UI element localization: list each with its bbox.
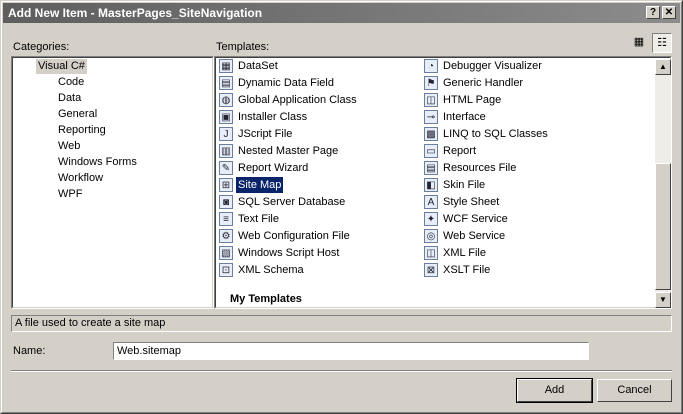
template-label: Windows Script Host — [238, 247, 340, 259]
template-label: DataSet — [238, 60, 278, 72]
category-item[interactable]: Reporting — [56, 123, 108, 138]
interface-icon: ⊸ — [424, 110, 438, 124]
template-label: Style Sheet — [443, 196, 500, 208]
large-icons-view-icon[interactable]: ▦ — [629, 33, 649, 53]
template-label: XSLT File — [443, 264, 491, 276]
dataset-icon: ▦ — [219, 59, 233, 73]
xslt-file-icon: ⊠ — [424, 263, 438, 277]
debugger-visualizer-icon: ◔ — [424, 59, 438, 73]
name-label: Name: — [13, 345, 46, 357]
generic-handler-icon: ⚑ — [424, 76, 438, 90]
web-configuration-file-icon: ⚙ — [219, 229, 233, 243]
xml-schema-icon: ⊡ — [219, 263, 233, 277]
category-item[interactable]: Windows Forms — [56, 155, 139, 170]
template-label: Report — [443, 145, 477, 157]
category-item[interactable]: Data — [56, 91, 83, 106]
skin-file-icon: ◧ — [424, 178, 438, 192]
html-page-icon: ◫ — [424, 93, 438, 107]
template-label: Nested Master Page — [238, 145, 339, 157]
xml-file-icon: ◫ — [424, 246, 438, 260]
my-templates-heading: My Templates — [230, 293, 302, 305]
installer-class-icon: ▣ — [219, 110, 233, 124]
scroll-thumb[interactable] — [655, 163, 671, 290]
template-label: Web Service — [443, 230, 506, 242]
web-service-icon: ◎ — [424, 229, 438, 243]
report-icon: ▭ — [424, 144, 438, 158]
categories-tree[interactable]: Visual C# Code Data General Reporting Web Wind… — [11, 56, 214, 309]
name-input[interactable] — [113, 342, 589, 360]
text-file-icon: ≡ — [219, 212, 233, 226]
templates-label: Templates: — [216, 41, 270, 53]
template-label: Installer Class — [238, 111, 308, 123]
site-map-icon: ⊞ — [219, 178, 233, 192]
windows-script-host-icon: ▧ — [219, 246, 233, 260]
template-label: Generic Handler — [443, 77, 524, 89]
linq-to-sql-classes-icon: ▩ — [424, 127, 438, 141]
sql-server-database-icon: ◙ — [219, 195, 233, 209]
categories-label: Categories: — [13, 41, 70, 53]
template-label: LINQ to SQL Classes — [443, 128, 548, 140]
template-label: WCF Service — [443, 213, 508, 225]
template-label: JScript File — [238, 128, 293, 140]
wcf-service-icon: ✦ — [424, 212, 438, 226]
category-item[interactable]: Workflow — [56, 171, 105, 186]
category-item[interactable]: Web — [56, 139, 82, 154]
small-icons-view-icon[interactable]: ☷ — [652, 33, 672, 53]
resources-file-icon: ▤ — [424, 161, 438, 175]
scroll-up-icon[interactable]: ▲ — [655, 59, 671, 75]
add-button[interactable]: Add — [516, 378, 593, 403]
separator — [11, 370, 672, 372]
template-label: Web Configuration File — [238, 230, 350, 242]
report-wizard-icon: ✎ — [219, 161, 233, 175]
template-label: Global Application Class — [238, 94, 357, 106]
close-button[interactable]: ✕ — [662, 6, 676, 19]
global-application-class-icon: ◍ — [219, 93, 233, 107]
jscript-file-icon: J — [219, 127, 233, 141]
template-label: Site Map — [236, 177, 284, 193]
dynamic-data-field-icon: ▤ — [219, 76, 233, 90]
nested-master-page-icon: ▥ — [219, 144, 233, 158]
templates-scrollbar[interactable]: ▲ ▼ — [655, 59, 671, 308]
template-label: Resources File — [443, 162, 517, 174]
cancel-button[interactable]: Cancel — [597, 379, 672, 402]
template-label: Skin File — [443, 179, 486, 191]
help-button[interactable]: ? — [646, 6, 660, 19]
title-bar[interactable]: Add New Item - MasterPages_SiteNavigatio… — [3, 3, 680, 23]
category-item[interactable]: WPF — [56, 187, 84, 202]
template-label: XML Schema — [238, 264, 304, 276]
template-label: Interface — [443, 111, 486, 123]
template-label: HTML Page — [443, 94, 502, 106]
template-label: Text File — [238, 213, 279, 225]
category-item[interactable]: Visual C# — [36, 59, 87, 74]
window-title: Add New Item - MasterPages_SiteNavigatio… — [8, 6, 263, 20]
scroll-down-icon[interactable]: ▼ — [655, 292, 671, 308]
category-item[interactable]: General — [56, 107, 99, 122]
category-item[interactable]: Code — [56, 75, 86, 90]
add-new-item-dialog: Add New Item - MasterPages_SiteNavigatio… — [0, 0, 683, 414]
template-label: XML File — [443, 247, 486, 259]
template-label: Dynamic Data Field — [238, 77, 334, 89]
template-label: SQL Server Database — [238, 196, 346, 208]
template-description: A file used to create a site map — [11, 315, 672, 332]
style-sheet-icon: A — [424, 195, 438, 209]
template-label: Report Wizard — [238, 162, 309, 174]
templates-list[interactable]: ▦ DataSet ▤ Dynamic Data Field ◍ Global Appli… — [214, 56, 672, 309]
template-label: Debugger Visualizer — [443, 60, 542, 72]
